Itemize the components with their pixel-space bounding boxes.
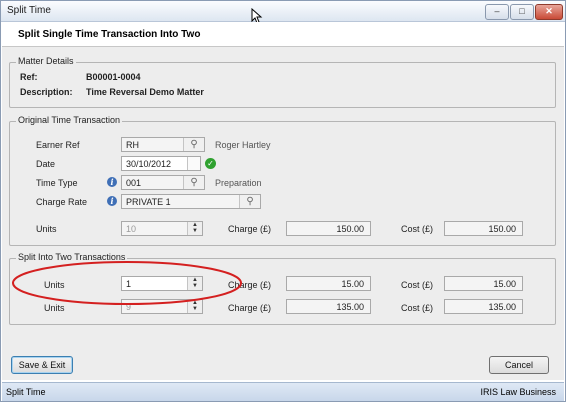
- status-left-text: Split Time: [6, 387, 46, 397]
- title-bar: Split Time ‒ □ ✕: [1, 1, 565, 22]
- window-title: Split Time: [7, 5, 51, 16]
- save-exit-button[interactable]: Save & Exit: [11, 356, 73, 374]
- check-icon: ✓: [205, 158, 216, 169]
- date-value: 30/10/2012: [126, 159, 172, 169]
- time-type-description: Preparation: [215, 178, 262, 188]
- split-charge-field-2: 135.00: [286, 299, 371, 314]
- cancel-button[interactable]: Cancel: [489, 356, 549, 374]
- earner-ref-value: RH: [126, 140, 139, 150]
- date-label: Date: [36, 159, 56, 169]
- earner-name: Roger Hartley: [215, 140, 271, 150]
- original-cost-label: Cost (£): [401, 224, 434, 234]
- charge-rate-label: Charge Rate: [36, 197, 88, 207]
- description-value: Time Reversal Demo Matter: [86, 87, 204, 97]
- split-cost-field-1: 15.00: [444, 276, 523, 291]
- original-transaction-group: Original Time Transaction Earner Ref RH …: [9, 115, 556, 246]
- dialog-heading: Split Single Time Transaction Into Two: [18, 29, 201, 40]
- matter-details-title: Matter Details: [16, 56, 76, 66]
- split-cost-label-2: Cost (£): [401, 303, 434, 313]
- original-charge-label: Charge (£): [228, 224, 272, 234]
- status-right-text: IRIS Law Business: [480, 387, 556, 397]
- calendar-icon[interactable]: [187, 157, 200, 170]
- split-charge-field-1: 15.00: [286, 276, 371, 291]
- original-transaction-title: Original Time Transaction: [16, 115, 123, 125]
- charge-rate-value: PRIVATE 1: [126, 197, 171, 207]
- original-cost-field: 150.00: [444, 221, 523, 236]
- original-units-value: 10: [126, 224, 137, 234]
- date-field[interactable]: 30/10/2012: [121, 156, 201, 171]
- maximize-button[interactable]: □: [510, 4, 534, 20]
- charge-rate-info-icon[interactable]: i: [107, 196, 117, 206]
- original-charge-field: 150.00: [286, 221, 371, 236]
- split-time-window: Split Time ‒ □ ✕ Split Single Time Trans…: [0, 0, 566, 402]
- split-cost-field-2: 135.00: [444, 299, 523, 314]
- dialog-body: Matter Details Ref: B00001-0004 Descript…: [2, 47, 564, 380]
- time-type-label: Time Type: [36, 178, 78, 188]
- highlight-ellipse: [12, 261, 242, 305]
- magnifier-icon[interactable]: ⚲: [183, 138, 204, 151]
- ref-label: Ref:: [20, 72, 38, 82]
- matter-details-group: Matter Details Ref: B00001-0004 Descript…: [9, 56, 556, 108]
- original-units-label: Units: [36, 224, 57, 234]
- earner-ref-label: Earner Ref: [36, 140, 80, 150]
- magnifier-icon[interactable]: ⚲: [183, 176, 204, 189]
- description-label: Description:: [20, 87, 73, 97]
- magnifier-icon[interactable]: ⚲: [239, 195, 260, 208]
- split-cost-label-1: Cost (£): [401, 280, 434, 290]
- minimize-button[interactable]: ‒: [485, 4, 509, 20]
- status-bar: Split Time IRIS Law Business: [2, 382, 564, 401]
- original-units-field: 10 ▲ ▼: [121, 221, 203, 236]
- charge-rate-field[interactable]: PRIVATE 1 ⚲: [121, 194, 261, 209]
- time-type-info-icon[interactable]: i: [107, 177, 117, 187]
- dialog-header: Split Single Time Transaction Into Two: [2, 22, 564, 47]
- units-spinner-icon: ▲ ▼: [187, 222, 202, 235]
- ref-value: B00001-0004: [86, 72, 141, 82]
- time-type-value: 001: [126, 178, 142, 188]
- close-button[interactable]: ✕: [535, 4, 563, 20]
- time-type-field[interactable]: 001 ⚲: [121, 175, 205, 190]
- earner-ref-field[interactable]: RH ⚲: [121, 137, 205, 152]
